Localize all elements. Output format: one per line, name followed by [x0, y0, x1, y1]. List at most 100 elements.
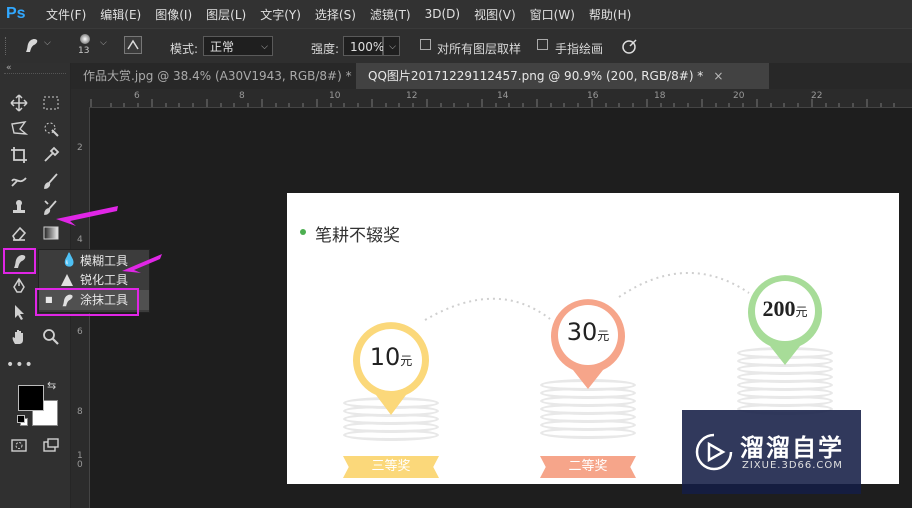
options-grip[interactable] [5, 37, 9, 55]
watermark: 溜溜自学 ZIXUE.3D66.COM [682, 410, 861, 494]
mode-value: 正常 [210, 40, 235, 54]
brush-tool[interactable] [38, 169, 64, 193]
menu-edit[interactable]: 编辑(E) [100, 6, 141, 23]
triangle-icon [61, 274, 73, 286]
close-icon[interactable]: × [713, 69, 723, 83]
menu-file[interactable]: 文件(F) [46, 6, 86, 23]
document-tabs: 作品大赏.jpg @ 38.4% (A30V1943, RGB/8#) *× Q… [71, 63, 912, 89]
history-brush-icon [44, 200, 57, 215]
pen-tool[interactable] [6, 274, 32, 298]
prize-amount: 10元 [369, 343, 413, 371]
mode-select[interactable]: 正常 ⌵ [203, 36, 273, 56]
gradient-icon [43, 226, 59, 240]
edit-toolbar-button[interactable]: ••• [6, 353, 33, 377]
smudge-icon [26, 38, 38, 52]
menu-view[interactable]: 视图(V) [474, 6, 516, 23]
swap-colors-icon[interactable]: ⇆ [47, 379, 56, 392]
chevron-down-icon: ⌵ [261, 42, 268, 52]
clone-stamp-tool[interactable] [6, 195, 32, 219]
move-tool[interactable] [6, 91, 32, 115]
chevron-down-icon: ⌵ [389, 42, 396, 52]
screen-mode-icon [43, 438, 59, 452]
ruler-number: 6 [134, 91, 140, 101]
eraser-icon [12, 226, 27, 241]
chevron-down-icon[interactable]: ⌵ [100, 38, 107, 48]
lasso-tool[interactable] [6, 117, 32, 141]
tab-label: 作品大赏.jpg @ 38.4% (A30V1943, RGB/8#) * [83, 69, 352, 83]
strength-input[interactable]: 100% [343, 36, 384, 56]
strength-label: 强度: [311, 42, 340, 56]
crop-tool[interactable] [6, 143, 32, 167]
hand-tool[interactable] [6, 325, 32, 349]
brush-picker[interactable]: 13 [76, 32, 96, 60]
prize-amount: 30元 [566, 318, 610, 346]
pen-icon [13, 277, 25, 293]
menu-filter[interactable]: 滤镜(T) [370, 6, 411, 23]
quick-select-tool[interactable] [38, 117, 64, 141]
ribbon-badge: 二等奖 [540, 456, 636, 478]
brush-size: 13 [78, 46, 90, 56]
tab-works-jpg[interactable]: 作品大赏.jpg @ 38.4% (A30V1943, RGB/8#) *× [71, 63, 372, 89]
ruler-ticks [90, 99, 895, 107]
default-colors-icon[interactable] [17, 415, 28, 426]
menu-layer[interactable]: 图层(L) [206, 6, 246, 23]
eraser-tool[interactable] [6, 221, 32, 245]
quick-mask-button[interactable] [6, 433, 32, 457]
highlight-box [35, 288, 139, 316]
zoom-icon [43, 329, 59, 345]
highlight-box [3, 248, 36, 274]
tab-label: QQ图片20171229112457.png @ 90.9% (200, RGB… [368, 69, 704, 83]
prize-amount: 200元 [762, 296, 808, 321]
history-brush-tool[interactable] [38, 195, 64, 219]
move-icon [10, 94, 28, 112]
ruler-number: 2 [77, 143, 83, 153]
play-logo-icon [695, 433, 733, 471]
brush-panel-toggle[interactable] [124, 36, 142, 54]
smudge-tool-preset-picker[interactable]: ⌵ [22, 36, 52, 56]
menu-help[interactable]: 帮助(H) [589, 6, 631, 23]
marquee-tool[interactable] [38, 91, 64, 115]
finger-painting-checkbox[interactable] [537, 39, 548, 50]
eyedropper-tool[interactable] [38, 143, 64, 167]
flyout-item-sharpen[interactable]: 锐化工具 [39, 270, 149, 290]
brush-settings-icon [127, 39, 139, 50]
flyout-item-blur[interactable]: 💧 模糊工具 [39, 251, 149, 271]
toolbar-grip [4, 73, 66, 77]
chevron-down-icon: ⌵ [44, 38, 51, 48]
ruler-number: 8 [239, 91, 245, 101]
horizontal-ruler[interactable]: 6 8 10 12 14 16 18 20 22 [71, 89, 912, 108]
healing-tool[interactable] [6, 169, 32, 193]
eyedropper-icon [44, 146, 60, 162]
gradient-tool[interactable] [38, 221, 64, 245]
ruler-number: 6 [77, 327, 83, 337]
foreground-color-swatch[interactable] [18, 385, 44, 411]
strength-dropdown[interactable]: ⌵ [383, 36, 400, 56]
sample-all-layers-label: 对所有图层取样 [437, 42, 522, 56]
menu-image[interactable]: 图像(I) [155, 6, 192, 23]
options-bar: ⌵ 13 ⌵ 模式: 正常 ⌵ 强度: 100% ⌵ 对所有图层取样 手指绘画 [0, 28, 912, 63]
ruler-number: 14 [497, 91, 509, 101]
droplet-icon: 💧 [61, 253, 78, 268]
ruler-number: 4 [77, 235, 83, 245]
ribbon-badge: 三等奖 [343, 456, 439, 478]
ruler-number: 1 0 [77, 451, 83, 470]
quick-selection-icon [44, 122, 59, 137]
menu-select[interactable]: 选择(S) [315, 6, 356, 23]
crop-icon [11, 147, 27, 163]
path-selection-tool[interactable] [6, 300, 32, 324]
finger-painting-label: 手指绘画 [555, 42, 604, 56]
menu-window[interactable]: 窗口(W) [530, 6, 575, 23]
marquee-icon [43, 96, 59, 110]
watermark-title: 溜溜自学 [740, 434, 844, 462]
menu-type[interactable]: 文字(Y) [260, 6, 301, 23]
pressure-icon [622, 39, 637, 54]
tab-qq-png[interactable]: QQ图片20171229112457.png @ 90.9% (200, RGB… [356, 63, 769, 89]
pressure-button[interactable] [621, 37, 639, 55]
screen-mode-button[interactable] [38, 433, 64, 457]
ruler-number: 22 [811, 91, 823, 101]
zoom-tool[interactable] [38, 325, 64, 349]
quick-mask-icon [11, 439, 27, 452]
collapse-icon[interactable]: « [6, 63, 12, 73]
menu-3d[interactable]: 3D(D) [425, 7, 460, 21]
sample-all-layers-checkbox[interactable] [420, 39, 431, 50]
